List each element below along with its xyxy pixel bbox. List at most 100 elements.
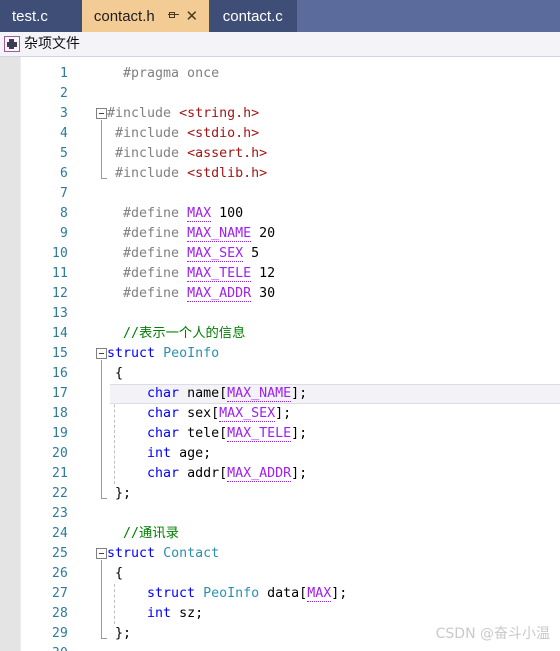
line-number: 6 xyxy=(59,166,68,181)
code-line[interactable]: 19 char tele[MAX_TELE]; xyxy=(0,424,560,444)
code-line[interactable]: 1 #pragma once xyxy=(0,64,560,84)
token-hdr: <string.h> xyxy=(179,106,260,121)
line-content[interactable]: #include <string.h> xyxy=(107,104,259,124)
code-line[interactable]: 29 }; xyxy=(0,624,560,644)
line-content[interactable]: #define MAX 100 xyxy=(107,204,243,224)
code-line[interactable]: 28 int sz; xyxy=(0,604,560,624)
line-number: 9 xyxy=(59,226,68,241)
line-content[interactable]: int age; xyxy=(107,444,211,464)
line-number: 16 xyxy=(51,366,68,381)
tab-test-c[interactable]: test.c xyxy=(0,0,82,32)
line-content[interactable]: char tele[MAX_TELE]; xyxy=(107,424,307,444)
line-number: 27 xyxy=(51,586,68,601)
line-content[interactable]: struct Contact xyxy=(107,544,219,564)
line-number: 11 xyxy=(51,266,68,281)
line-content[interactable]: char addr[MAX_ADDR]; xyxy=(107,464,307,484)
line-number: 19 xyxy=(51,426,68,441)
line-content[interactable]: //通讯录 xyxy=(107,524,179,544)
line-content[interactable]: #define MAX_SEX 5 xyxy=(107,244,259,264)
code-line[interactable]: 30 xyxy=(0,644,560,651)
code-line[interactable]: 3 #include <string.h> xyxy=(0,104,560,124)
visual-studio-editor-window: test.c contact.h ✕ contact.c 杂项文件 1 #pra… xyxy=(0,0,560,651)
line-content[interactable]: #pragma once xyxy=(107,64,219,84)
code-line[interactable]: 15 struct PeoInfo xyxy=(0,344,560,364)
line-number: 22 xyxy=(51,486,68,501)
code-line[interactable]: 14 //表示一个人的信息 xyxy=(0,324,560,344)
code-line[interactable]: 17 char name[MAX_NAME]; xyxy=(0,384,560,404)
line-content[interactable]: }; xyxy=(107,624,131,644)
code-line[interactable]: 25 struct Contact xyxy=(0,544,560,564)
code-line[interactable]: 8 #define MAX 100 xyxy=(0,204,560,224)
token-cmt: //表示一个人的信息 xyxy=(123,326,246,341)
token-pre: #define xyxy=(123,206,188,221)
line-content[interactable]: int sz; xyxy=(107,604,203,624)
token-macro: MAX_TELE xyxy=(227,426,292,442)
close-icon[interactable]: ✕ xyxy=(184,8,200,24)
line-content[interactable]: //表示一个人的信息 xyxy=(107,324,245,344)
line-content[interactable]: { xyxy=(107,364,123,384)
line-number: 10 xyxy=(51,246,68,261)
code-line[interactable]: 10 #define MAX_SEX 5 xyxy=(0,244,560,264)
line-content[interactable]: { xyxy=(107,564,123,584)
code-text-area[interactable]: 1 #pragma once 2 3 #include <string.h> 4 #in… xyxy=(0,57,560,651)
tab-contact-c[interactable]: contact.c xyxy=(208,0,297,32)
code-line[interactable]: 6 #include <stdlib.h> xyxy=(0,164,560,184)
token-type: Contact xyxy=(163,546,220,561)
code-line[interactable]: 21 char addr[MAX_ADDR]; xyxy=(0,464,560,484)
line-content[interactable]: struct PeoInfo data[MAX]; xyxy=(107,584,347,604)
token-kw: char xyxy=(147,466,180,481)
token-macro: MAX_NAME xyxy=(227,386,292,402)
code-line[interactable]: 2 xyxy=(0,84,560,104)
code-line[interactable]: 24 //通讯录 xyxy=(0,524,560,544)
token-macro: MAX_SEX xyxy=(187,246,244,262)
token-kw: int xyxy=(147,606,172,621)
code-line[interactable]: 23 xyxy=(0,504,560,524)
code-line[interactable]: 7 xyxy=(0,184,560,204)
code-line[interactable]: 27 struct PeoInfo data[MAX]; xyxy=(0,584,560,604)
line-content[interactable]: #define MAX_NAME 20 xyxy=(107,224,275,244)
pin-icon[interactable] xyxy=(166,8,182,24)
code-editor-surface[interactable]: 1 #pragma once 2 3 #include <string.h> 4 #in… xyxy=(0,57,560,651)
token-hdr: <stdlib.h> xyxy=(187,166,268,181)
line-content[interactable]: #include <stdio.h> xyxy=(107,124,259,144)
line-content[interactable]: #include <stdlib.h> xyxy=(107,164,267,184)
line-content[interactable]: char name[MAX_NAME]; xyxy=(107,384,307,404)
tab-contact-h[interactable]: contact.h ✕ xyxy=(81,0,209,32)
code-line[interactable]: 26 { xyxy=(0,564,560,584)
line-number: 8 xyxy=(59,206,68,221)
line-content[interactable]: #include <assert.h> xyxy=(107,144,267,164)
line-number: 24 xyxy=(51,526,68,541)
code-line[interactable]: 22 }; xyxy=(0,484,560,504)
line-content[interactable]: }; xyxy=(107,484,131,504)
line-content[interactable]: #define MAX_TELE 12 xyxy=(107,264,275,284)
code-line[interactable]: 16 { xyxy=(0,364,560,384)
token-plain: { xyxy=(107,566,124,581)
line-number: 7 xyxy=(59,186,68,201)
code-line[interactable]: 9 #define MAX_NAME 20 xyxy=(0,224,560,244)
code-line[interactable]: 11 #define MAX_TELE 12 xyxy=(0,264,560,284)
line-content[interactable]: char sex[MAX_SEX]; xyxy=(107,404,291,424)
token-kw: struct xyxy=(107,346,156,361)
token-pre: #define xyxy=(123,266,188,281)
code-line[interactable]: 18 char sex[MAX_SEX]; xyxy=(0,404,560,424)
line-number: 20 xyxy=(51,446,68,461)
token-plain: }; xyxy=(107,626,132,641)
code-line[interactable]: 20 int age; xyxy=(0,444,560,464)
code-line[interactable]: 4 #include <stdio.h> xyxy=(0,124,560,144)
token-macro: MAX xyxy=(307,586,332,602)
line-content[interactable]: struct PeoInfo xyxy=(107,344,219,364)
line-number: 4 xyxy=(59,126,68,141)
code-line[interactable]: 13 xyxy=(0,304,560,324)
code-line[interactable]: 5 #include <assert.h> xyxy=(0,144,560,164)
code-line[interactable]: 12 #define MAX_ADDR 30 xyxy=(0,284,560,304)
line-content[interactable]: #define MAX_ADDR 30 xyxy=(107,284,275,304)
tab-label: test.c xyxy=(12,7,48,25)
